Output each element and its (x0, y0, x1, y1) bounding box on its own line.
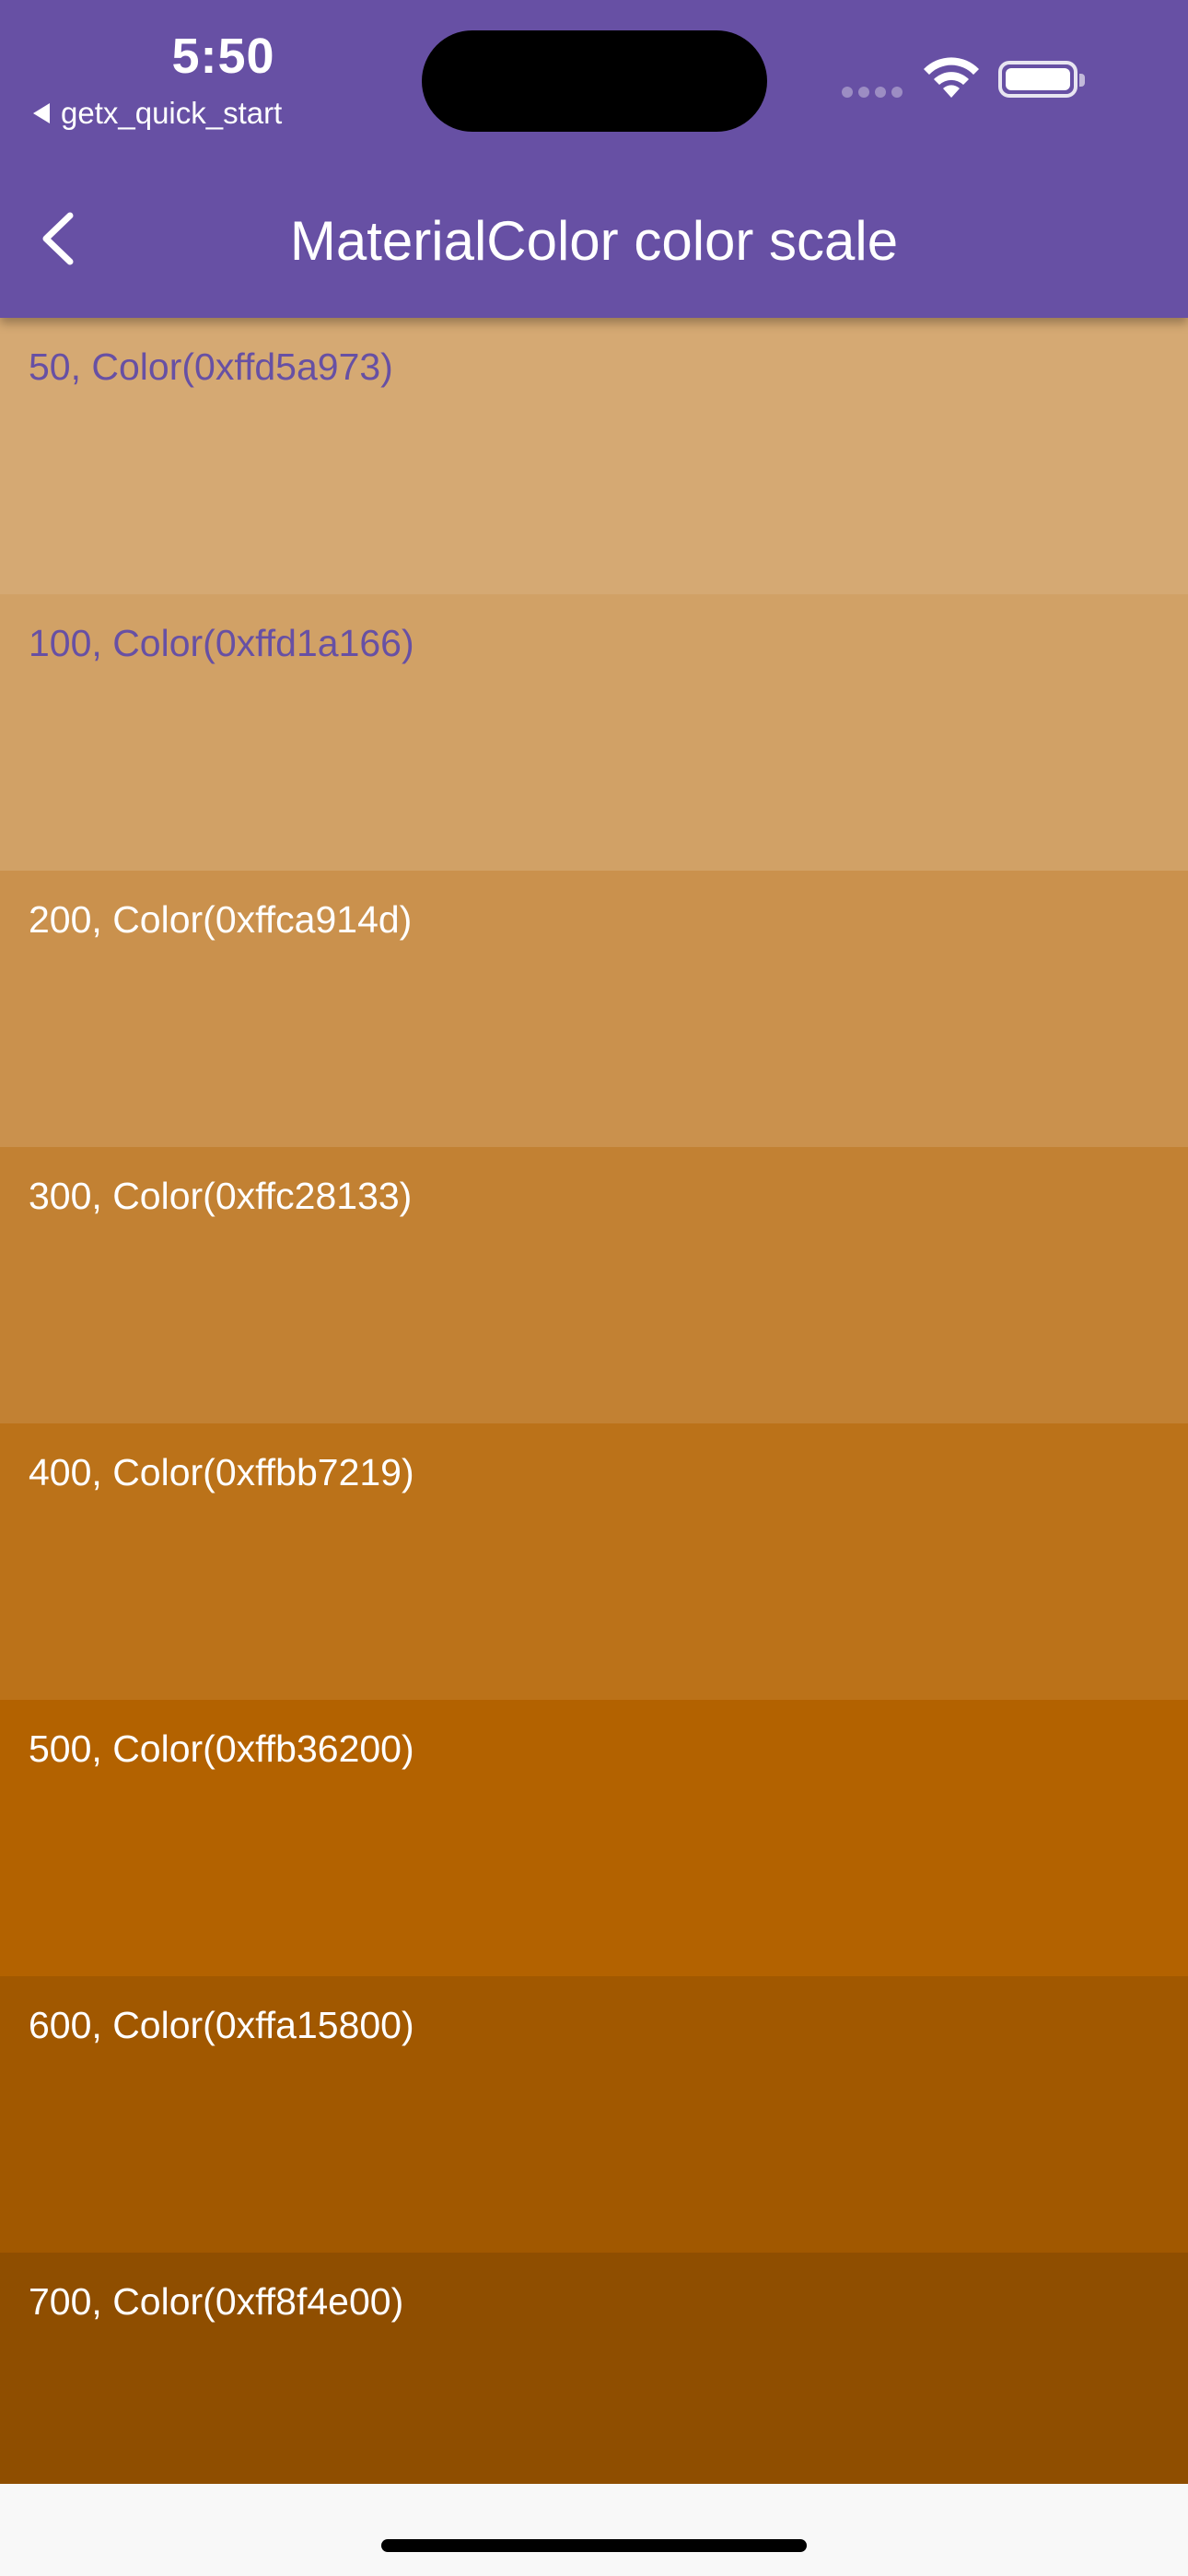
color-swatch-list[interactable]: 50, Color(0xffd5a973) 100, Color(0xffd1a… (0, 318, 1188, 2484)
swatch-50: 50, Color(0xffd5a973) (0, 318, 1188, 594)
swatch-100: 100, Color(0xffd1a166) (0, 594, 1188, 871)
page-title: MaterialColor color scale (289, 210, 899, 272)
screen: 5:50 getx_quick_start MaterialColor colo… (0, 0, 1188, 2576)
swatch-label: 100, Color(0xffd1a166) (29, 622, 414, 664)
swatch-600: 600, Color(0xffa15800) (0, 1976, 1188, 2253)
back-app-label: getx_quick_start (61, 96, 283, 130)
wifi-icon (924, 57, 979, 98)
app-bar: 5:50 getx_quick_start MaterialColor colo… (0, 0, 1188, 318)
swatch-700: 700, Color(0xff8f4e00) (0, 2253, 1188, 2484)
swatch-label: 300, Color(0xffc28133) (29, 1175, 413, 1217)
cellular-signal-icon (842, 87, 903, 98)
home-indicator-area (0, 2484, 1188, 2576)
swatch-label: 500, Color(0xffb36200) (29, 1727, 414, 1770)
swatch-300: 300, Color(0xffc28133) (0, 1147, 1188, 1423)
swatch-label: 200, Color(0xffca914d) (29, 898, 413, 941)
swatch-200: 200, Color(0xffca914d) (0, 871, 1188, 1147)
swatch-label: 400, Color(0xffbb7219) (29, 1451, 414, 1493)
back-triangle-icon (33, 103, 50, 123)
swatch-label: 700, Color(0xff8f4e00) (29, 2280, 404, 2323)
swatch-label: 600, Color(0xffa15800) (29, 2004, 414, 2046)
status-time: 5:50 (171, 29, 275, 84)
dynamic-island (422, 30, 767, 132)
home-indicator[interactable] (381, 2539, 807, 2552)
swatch-label: 50, Color(0xffd5a973) (29, 345, 393, 388)
swatch-400: 400, Color(0xffbb7219) (0, 1423, 1188, 1700)
swatch-500: 500, Color(0xffb36200) (0, 1700, 1188, 1976)
battery-icon (998, 61, 1085, 98)
back-to-app-link[interactable]: getx_quick_start (33, 96, 282, 131)
